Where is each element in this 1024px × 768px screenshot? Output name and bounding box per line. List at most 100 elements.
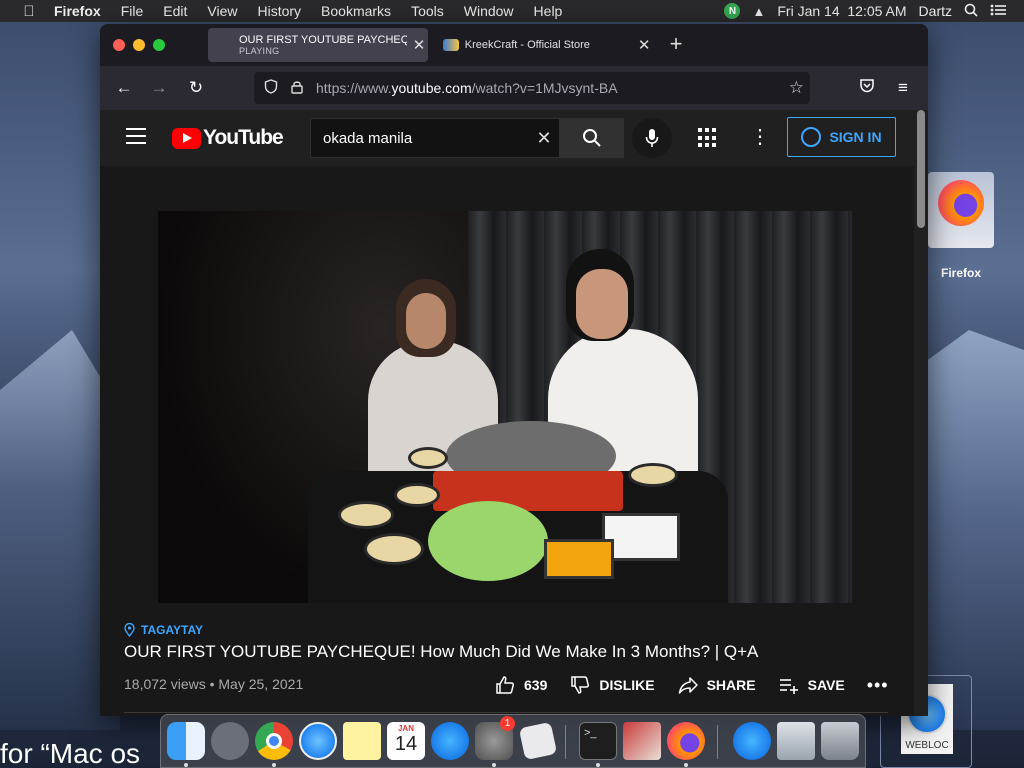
tab-kreekcraft[interactable]: KreekCraft - Official Store ✕ xyxy=(434,28,652,62)
share-arrow-icon xyxy=(678,677,698,694)
location-label: TAGAYTAY xyxy=(141,623,204,637)
calendar-month: JAN xyxy=(397,724,414,733)
chrome-icon[interactable] xyxy=(255,722,293,760)
roblox-icon[interactable] xyxy=(518,721,558,761)
system-preferences-badge: 1 xyxy=(500,716,515,731)
control-center-icon[interactable] xyxy=(990,3,1006,19)
firefox-dock-icon[interactable] xyxy=(667,722,705,760)
tab-playing-status: PLAYING xyxy=(239,46,280,56)
tab-close-icon[interactable]: ✕ xyxy=(411,36,427,54)
back-arrow-icon[interactable]: ← xyxy=(113,77,135,99)
sign-in-button[interactable]: SIGN IN xyxy=(787,117,896,157)
search-input[interactable]: okada manila ✕ xyxy=(310,118,560,158)
hamburger-menu-icon[interactable]: ≡ xyxy=(892,77,914,99)
menu-tools[interactable]: Tools xyxy=(411,3,444,19)
tab-bar: OUR FIRST YOUTUBE PAYCHEQ PLAYING ✕ Kree… xyxy=(100,24,928,137)
tab-youtube[interactable]: OUR FIRST YOUTUBE PAYCHEQ PLAYING ✕ xyxy=(208,28,428,137)
address-bar[interactable]: https://www.youtube.com/watch?v=1MJvsynt… xyxy=(254,72,810,104)
downloads-folder-icon[interactable] xyxy=(777,722,815,760)
page-scrollbar[interactable] xyxy=(914,110,928,716)
new-tab-plus-icon[interactable]: + xyxy=(666,33,686,55)
video-title: OUR FIRST YOUTUBE PAYCHEQUE! How Much Di… xyxy=(124,642,759,661)
menu-app-name[interactable]: Firefox xyxy=(54,3,101,19)
shield-icon[interactable] xyxy=(262,79,280,97)
firefox-window: OUR FIRST YOUTUBE PAYCHEQ PLAYING ✕ Kree… xyxy=(100,24,928,716)
tab-title: KreekCraft - Official Store xyxy=(464,39,590,51)
menu-edit[interactable]: Edit xyxy=(163,3,187,19)
thumbs-down-icon xyxy=(571,676,590,694)
url-text[interactable]: https://www.youtube.com/watch?v=1MJvsynt… xyxy=(316,80,618,96)
save-label: SAVE xyxy=(807,677,845,693)
trash-icon[interactable] xyxy=(821,722,859,760)
reload-icon[interactable]: ↻ xyxy=(185,77,207,99)
dislike-button[interactable]: DISLIKE xyxy=(569,674,655,696)
macos-menubar:  Firefox File Edit View History Bookmar… xyxy=(0,0,1024,22)
desktop-partial-text: for “Mac os xyxy=(0,738,141,768)
video-meta: 18,072 views • May 25, 2021 xyxy=(124,676,304,692)
safari-icon[interactable] xyxy=(299,722,337,760)
spotlight-search-icon[interactable] xyxy=(964,3,978,20)
voice-search-button[interactable] xyxy=(632,118,672,158)
menu-view[interactable]: View xyxy=(207,3,237,19)
menu-help[interactable]: Help xyxy=(534,3,563,19)
like-button[interactable]: 639 xyxy=(494,674,547,696)
minimize-window-button[interactable] xyxy=(133,39,145,51)
photo-booth-icon[interactable] xyxy=(623,722,661,760)
calendar-icon[interactable]: JAN 14 xyxy=(387,722,425,760)
lock-icon[interactable] xyxy=(288,80,306,97)
pocket-icon[interactable] xyxy=(856,77,878,99)
terminal-icon[interactable]: >_ xyxy=(579,722,617,760)
notes-icon[interactable] xyxy=(343,722,381,760)
apple-menu-icon[interactable]:  xyxy=(20,3,38,20)
search-icon xyxy=(583,129,601,147)
guide-menu-icon[interactable] xyxy=(126,128,146,144)
account-icon xyxy=(801,127,822,147)
app-store-folder-icon[interactable] xyxy=(733,722,771,760)
menu-file[interactable]: File xyxy=(121,3,144,19)
video-player[interactable] xyxy=(158,211,852,603)
wifi-icon[interactable]: ▲ xyxy=(752,4,765,19)
kreekcraft-favicon-icon xyxy=(443,39,459,51)
bookmark-star-icon[interactable]: ☆ xyxy=(789,78,804,98)
sign-in-label: SIGN IN xyxy=(829,129,882,145)
save-button[interactable]: SAVE xyxy=(778,674,845,696)
tab-close-icon[interactable]: ✕ xyxy=(636,36,652,54)
share-label: SHARE xyxy=(706,677,756,693)
youtube-logo[interactable]: YouTube xyxy=(172,126,284,150)
finder-icon[interactable] xyxy=(167,722,205,760)
apps-grid-icon[interactable] xyxy=(698,128,718,148)
window-controls xyxy=(113,39,165,51)
youtube-play-icon xyxy=(172,127,201,149)
n-status-icon[interactable]: N xyxy=(724,3,741,19)
desktop-wallpaper-right xyxy=(914,330,1024,730)
share-button[interactable]: SHARE xyxy=(677,674,756,696)
tab-title: OUR FIRST YOUTUBE PAYCHEQ xyxy=(239,34,407,46)
app-store-icon[interactable] xyxy=(431,722,469,760)
zoom-window-button[interactable] xyxy=(153,39,165,51)
location-pin-icon xyxy=(124,623,135,637)
webloc-label: WEBLOC xyxy=(905,740,949,751)
desktop-firefox-icon[interactable]: Firefox xyxy=(926,172,996,282)
video-actions: 639 DISLIKE SHARE SAVE ••• xyxy=(494,674,889,696)
search-button[interactable] xyxy=(560,118,624,158)
menu-bookmarks[interactable]: Bookmarks xyxy=(321,3,391,19)
add-to-playlist-icon xyxy=(779,679,798,694)
scrollbar-thumb[interactable] xyxy=(917,110,925,228)
microphone-icon xyxy=(645,129,659,147)
clear-search-icon[interactable]: ✕ xyxy=(529,128,559,149)
menu-history[interactable]: History xyxy=(257,3,301,19)
forward-arrow-icon[interactable]: → xyxy=(148,77,170,99)
desktop-firefox-label: Firefox xyxy=(940,266,981,280)
video-location-link[interactable]: TAGAYTAY xyxy=(124,623,203,637)
launchpad-rocket-icon[interactable] xyxy=(211,722,249,760)
youtube-page: YouTube okada manila ✕ ⋮ SIGN IN TAGAYTA… xyxy=(100,110,914,716)
settings-kebab-icon[interactable]: ⋮ xyxy=(750,124,770,152)
close-window-button[interactable] xyxy=(113,39,125,51)
like-count: 639 xyxy=(524,677,548,693)
search-query[interactable]: okada manila xyxy=(323,130,529,147)
menubar-user[interactable]: Dartz xyxy=(919,3,952,19)
firefox-disk-icon xyxy=(928,172,994,248)
menu-window[interactable]: Window xyxy=(464,3,514,19)
menubar-clock[interactable]: Fri Jan 14 12:05 AM xyxy=(777,3,906,19)
more-actions-icon[interactable]: ••• xyxy=(867,675,889,696)
